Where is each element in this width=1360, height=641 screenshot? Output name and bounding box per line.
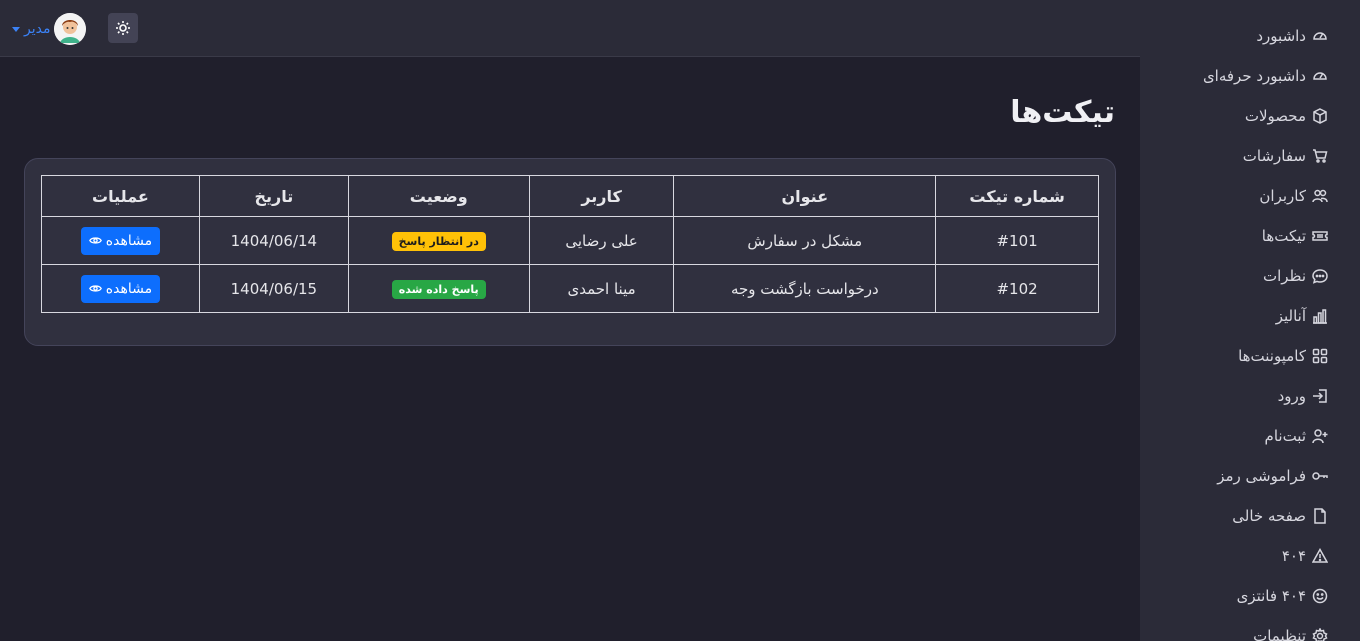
ticket-status-cell: در انتظار پاسخ [347,216,530,265]
sidebar-item-label: داشبورد [1256,27,1306,45]
bar-chart-icon [1313,309,1327,324]
sidebar-item-tickets[interactable]: تیکت‌ها [1140,216,1360,256]
sidebar-item-label: ۴۰۴ [1281,547,1306,565]
sidebar-item-label: ۴۰۴ فانتزی [1236,587,1306,605]
column-header-ticket-id: شماره تیکت [935,175,1099,217]
tickets-table: شماره تیکت عنوان کاربر وضعیت تاریخ عملیا… [41,175,1099,313]
sidebar-item-label: نظرات [1262,267,1306,285]
sidebar-item-label: آنالیز [1275,307,1306,325]
sidebar-item-forgot-password[interactable]: فراموشی رمز [1140,456,1360,496]
ticket-id: #102 [935,264,1099,313]
ticket-actions-cell: مشاهده [41,216,200,265]
ticket-title: مشکل در سفارش [673,216,937,265]
users-icon [1312,189,1328,203]
eye-icon [88,237,102,244]
ticket-user: علی رضایی [528,216,675,265]
sidebar-item-404-fancy[interactable]: ۴۰۴ فانتزی [1140,576,1360,616]
box-icon [1313,108,1327,124]
column-header-actions: عملیات [41,175,200,217]
file-icon [1314,508,1326,524]
column-header-title: عنوان [673,175,937,217]
ticket-user: مینا احمدی [528,264,675,313]
smile-icon [1312,588,1328,604]
speedometer-icon [1313,32,1327,40]
sun-icon [116,21,130,35]
sidebar-item-label: ورود [1277,387,1306,405]
sidebar-item-login[interactable]: ورود [1140,376,1360,416]
sidebar-item-settings[interactable]: تنظیمات [1140,616,1360,641]
sidebar-item-dashboard[interactable]: داشبورد [1140,16,1360,56]
sidebar-item-pro-dashboard[interactable]: داشبورد حرفه‌ای [1140,56,1360,96]
view-ticket-label: مشاهده [105,232,153,249]
view-ticket-button[interactable]: مشاهده [80,274,161,303]
theme-toggle-button[interactable] [108,13,138,43]
ticket-date: 1404/06/14 [198,216,349,265]
sidebar-item-label: ثبت‌نام [1264,427,1306,445]
key-icon [1312,472,1328,480]
column-header-date: تاریخ [198,175,349,217]
speedometer-icon [1313,72,1327,80]
column-header-status: وضعیت [347,175,530,217]
sidebar-item-users[interactable]: کاربران [1140,176,1360,216]
sidebar-item-label: تیکت‌ها [1261,227,1306,245]
status-badge: در انتظار پاسخ [391,231,486,251]
sidebar: داشبورد داشبورد حرفه‌ای محصولات سفارشات … [1140,0,1360,641]
sidebar-item-label: کاربران [1259,187,1306,205]
top-bar: مدیر [0,0,1140,57]
grid-icon [1312,348,1328,364]
sidebar-item-label: تنظیمات [1253,627,1306,641]
tickets-card: شماره تیکت عنوان کاربر وضعیت تاریخ عملیا… [24,158,1116,346]
user-name: مدیر [24,21,51,37]
table-row: #101 مشکل در سفارش علی رضایی در انتظار پ… [41,216,1099,265]
cart-icon [1313,149,1328,163]
ticket-icon [1312,231,1328,241]
eye-icon [88,285,102,292]
sidebar-item-products[interactable]: محصولات [1140,96,1360,136]
sidebar-item-register[interactable]: ثبت‌نام [1140,416,1360,456]
sidebar-item-404[interactable]: ۴۰۴ [1140,536,1360,576]
view-ticket-label: مشاهده [105,280,153,297]
ticket-title: درخواست بازگشت وجه [673,264,937,313]
gear-icon [1312,628,1328,641]
sidebar-item-label: کامپوننت‌ها [1238,347,1306,365]
ticket-id: #101 [935,216,1099,265]
sidebar-item-label: فراموشی رمز [1217,467,1306,485]
status-badge: پاسخ داده شده [391,279,486,299]
warning-icon [1312,548,1328,563]
page-title: تیکت‌ها [1010,95,1115,130]
user-plus-icon [1312,429,1328,444]
sidebar-item-label: داشبورد حرفه‌ای [1202,67,1306,85]
table-header-row: شماره تیکت عنوان کاربر وضعیت تاریخ عملیا… [41,175,1099,217]
avatar [54,13,87,45]
chat-icon [1312,269,1328,284]
ticket-status-cell: پاسخ داده شده [347,264,530,313]
sidebar-item-components[interactable]: کامپوننت‌ها [1140,336,1360,376]
login-icon [1313,389,1327,403]
sidebar-item-label: صفحه خالی [1232,507,1306,525]
user-menu-dropdown[interactable]: مدیر [12,13,87,45]
view-ticket-button[interactable]: مشاهده [80,226,161,255]
sidebar-item-label: سفارشات [1242,147,1306,165]
sidebar-item-comments[interactable]: نظرات [1140,256,1360,296]
sidebar-item-orders[interactable]: سفارشات [1140,136,1360,176]
ticket-date: 1404/06/15 [198,264,349,313]
sidebar-item-blank-page[interactable]: صفحه خالی [1140,496,1360,536]
sidebar-item-analytics[interactable]: آنالیز [1140,296,1360,336]
ticket-actions-cell: مشاهده [41,264,200,313]
caret-down-icon [12,26,20,32]
table-row: #102 درخواست بازگشت وجه مینا احمدی پاسخ … [41,264,1099,313]
sidebar-item-label: محصولات [1244,107,1306,125]
column-header-user: کاربر [528,175,675,217]
